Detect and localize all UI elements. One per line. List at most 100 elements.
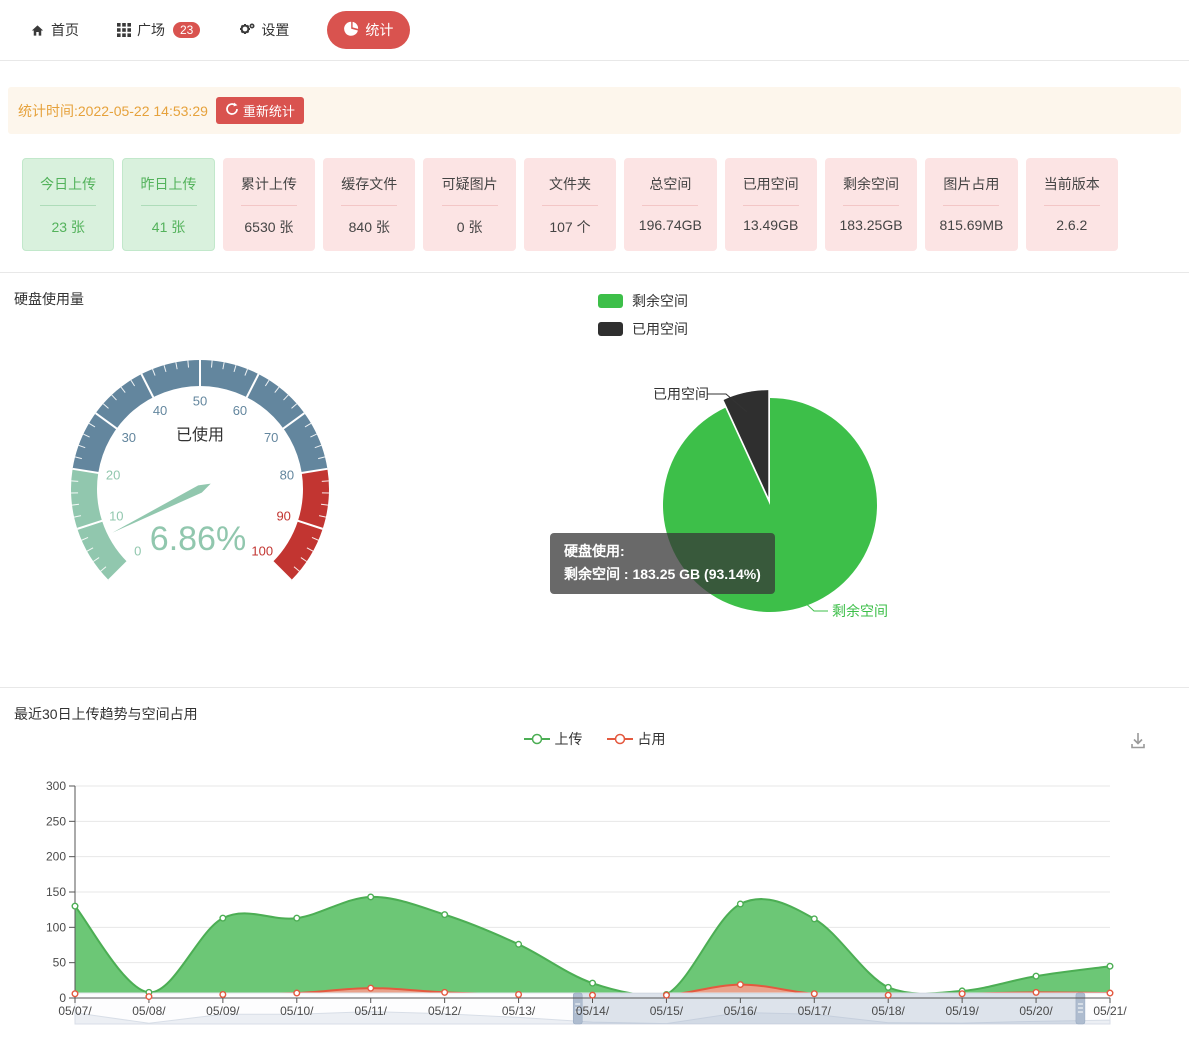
stat-card-divider: [642, 205, 698, 206]
nav-item-label: 首页: [51, 20, 79, 40]
gauge-tick-label: 100: [251, 544, 273, 559]
stat-card-value: 2.6.2: [1027, 217, 1117, 233]
gauge-tick-label: 20: [106, 468, 120, 483]
x-axis-label: 05/21/: [1093, 1004, 1127, 1018]
stats-time-text: 统计时间:2022-05-22 14:53:29: [18, 101, 208, 121]
legend-label: 已用空间: [632, 319, 688, 339]
x-axis-label: 05/10/: [280, 1004, 314, 1018]
download-image-button[interactable]: [1127, 730, 1149, 757]
gauge-segment: [273, 469, 329, 580]
x-axis-label: 05/18/: [872, 1004, 906, 1018]
stat-card: 剩余空间183.25GB: [825, 158, 917, 251]
stat-card: 已用空间13.49GB: [725, 158, 817, 251]
nav-item-stats-active[interactable]: 统计: [327, 11, 410, 49]
stat-card: 昨日上传 41 张: [122, 158, 214, 251]
recount-button[interactable]: 重新统计: [216, 97, 304, 124]
nav-item-label: 统计: [365, 20, 393, 40]
stat-card-divider: [943, 205, 999, 206]
gauge-tick-label: 70: [264, 430, 278, 445]
x-axis-label: 05/14/: [576, 1004, 610, 1018]
legend-marker: [524, 733, 550, 745]
stat-card-divider: [442, 205, 498, 206]
stat-card-value: 6530 张: [224, 217, 314, 237]
legend-swatch: [598, 322, 623, 336]
pie-label-used: 已用空间: [653, 386, 709, 402]
stat-card: 总空间196.74GB: [624, 158, 716, 251]
x-axis-label: 05/07/: [58, 1004, 92, 1018]
nav-item-label: 设置: [261, 20, 289, 40]
x-axis-label: 05/09/: [206, 1004, 240, 1018]
stat-card: 累计上传 6530 张: [223, 158, 315, 251]
stat-card-divider: [241, 205, 297, 206]
stat-card-divider: [843, 205, 899, 206]
nav-item-plaza[interactable]: 广场 23: [117, 20, 200, 40]
x-axis-label: 05/08/: [132, 1004, 166, 1018]
gauge-tick-label: 60: [233, 403, 247, 418]
y-axis-label: 250: [46, 814, 66, 828]
y-axis-label: 300: [46, 779, 66, 793]
gauge-tick-label: 40: [153, 403, 167, 418]
trend-legend: 上传 占用: [524, 729, 666, 749]
x-axis-label: 05/15/: [650, 1004, 684, 1018]
tooltip-value: 剩余空间 : 183.25 GB (93.14%): [564, 563, 761, 586]
stat-card-value: 41 张: [123, 217, 213, 237]
stat-card-value: 196.74GB: [625, 217, 715, 233]
x-axis-label: 05/12/: [428, 1004, 462, 1018]
gauge-tick-label: 90: [276, 509, 290, 524]
legend-marker: [607, 733, 633, 745]
stat-card-divider: [1044, 205, 1100, 206]
download-icon: [1127, 739, 1149, 756]
gear-icon: [238, 22, 255, 38]
pie-label-free: 剩余空间: [832, 603, 888, 619]
y-axis-label: 200: [46, 850, 66, 864]
x-axis-label: 05/11/: [354, 1004, 387, 1018]
stat-card-title: 图片占用: [926, 174, 1016, 194]
gauge-value: 6.86%: [150, 520, 246, 558]
disk-section-title: 硬盘使用量: [14, 289, 84, 309]
stat-card-title: 可疑图片: [424, 174, 514, 194]
trend-legend-item[interactable]: 占用: [607, 729, 666, 749]
nav-item-home[interactable]: 首页: [30, 20, 79, 40]
stat-card-value: 107 个: [525, 217, 615, 237]
pie-legend-item[interactable]: 已用空间: [598, 319, 688, 339]
stat-card-title: 当前版本: [1027, 174, 1117, 194]
stat-card-divider: [743, 205, 799, 206]
stat-cards-row: 今日上传23 张昨日上传41 张累计上传6530 张缓存文件840 张可疑图片0…: [22, 158, 1118, 251]
stat-card-title: 文件夹: [525, 174, 615, 194]
stat-card-title: 昨日上传: [123, 174, 213, 194]
stat-card-value: 815.69MB: [926, 217, 1016, 233]
disk-usage-section: 硬盘使用量 0102030405060708090100已使用6.86% 剩余空…: [0, 272, 1189, 687]
x-axis-label: 05/13/: [502, 1004, 536, 1018]
top-navbar: 首页 广场 23 设置 统计: [0, 0, 1189, 61]
gauge-tick-label: 80: [280, 468, 294, 483]
stat-card-divider: [141, 205, 197, 206]
pie-legend-item[interactable]: 剩余空间: [598, 291, 688, 311]
stat-card-divider: [542, 205, 598, 206]
stat-card-value: 840 张: [324, 217, 414, 237]
x-axis-label: 05/20/: [1019, 1004, 1053, 1018]
legend-label: 上传: [555, 729, 583, 749]
stat-card-title: 剩余空间: [826, 174, 916, 194]
stat-card: 图片占用 815.69MB: [925, 158, 1017, 251]
trend-section-title: 最近30日上传趋势与空间占用: [14, 704, 198, 724]
nav-item-settings[interactable]: 设置: [238, 20, 289, 40]
legend-label: 占用: [638, 729, 666, 749]
legend-label: 剩余空间: [632, 291, 688, 311]
legend-swatch: [598, 294, 623, 308]
trend-legend-item[interactable]: 上传: [524, 729, 583, 749]
disk-gauge-chart[interactable]: 0102030405060708090100已使用6.86%: [55, 345, 355, 595]
gauge-tick-label: 30: [122, 430, 136, 445]
y-axis-label: 50: [53, 956, 67, 970]
stat-card-value: 0 张: [424, 217, 514, 237]
stat-card: 可疑图片 0 张: [423, 158, 515, 251]
trend-area-chart[interactable]: 05010015020025030005/07/05/08/05/09/05/1…: [0, 778, 1189, 1058]
refresh-icon: [225, 102, 239, 119]
stat-card: 文件夹 107 个: [524, 158, 616, 251]
y-axis-label: 0: [59, 991, 66, 1005]
stat-card-title: 缓存文件: [324, 174, 414, 194]
stat-card-title: 累计上传: [224, 174, 314, 194]
gauge-title: 已使用: [176, 426, 224, 444]
home-icon: [30, 23, 45, 38]
stats-time-alert: 统计时间:2022-05-22 14:53:29 重新统计: [8, 87, 1181, 134]
stat-card-value: 13.49GB: [726, 217, 816, 233]
